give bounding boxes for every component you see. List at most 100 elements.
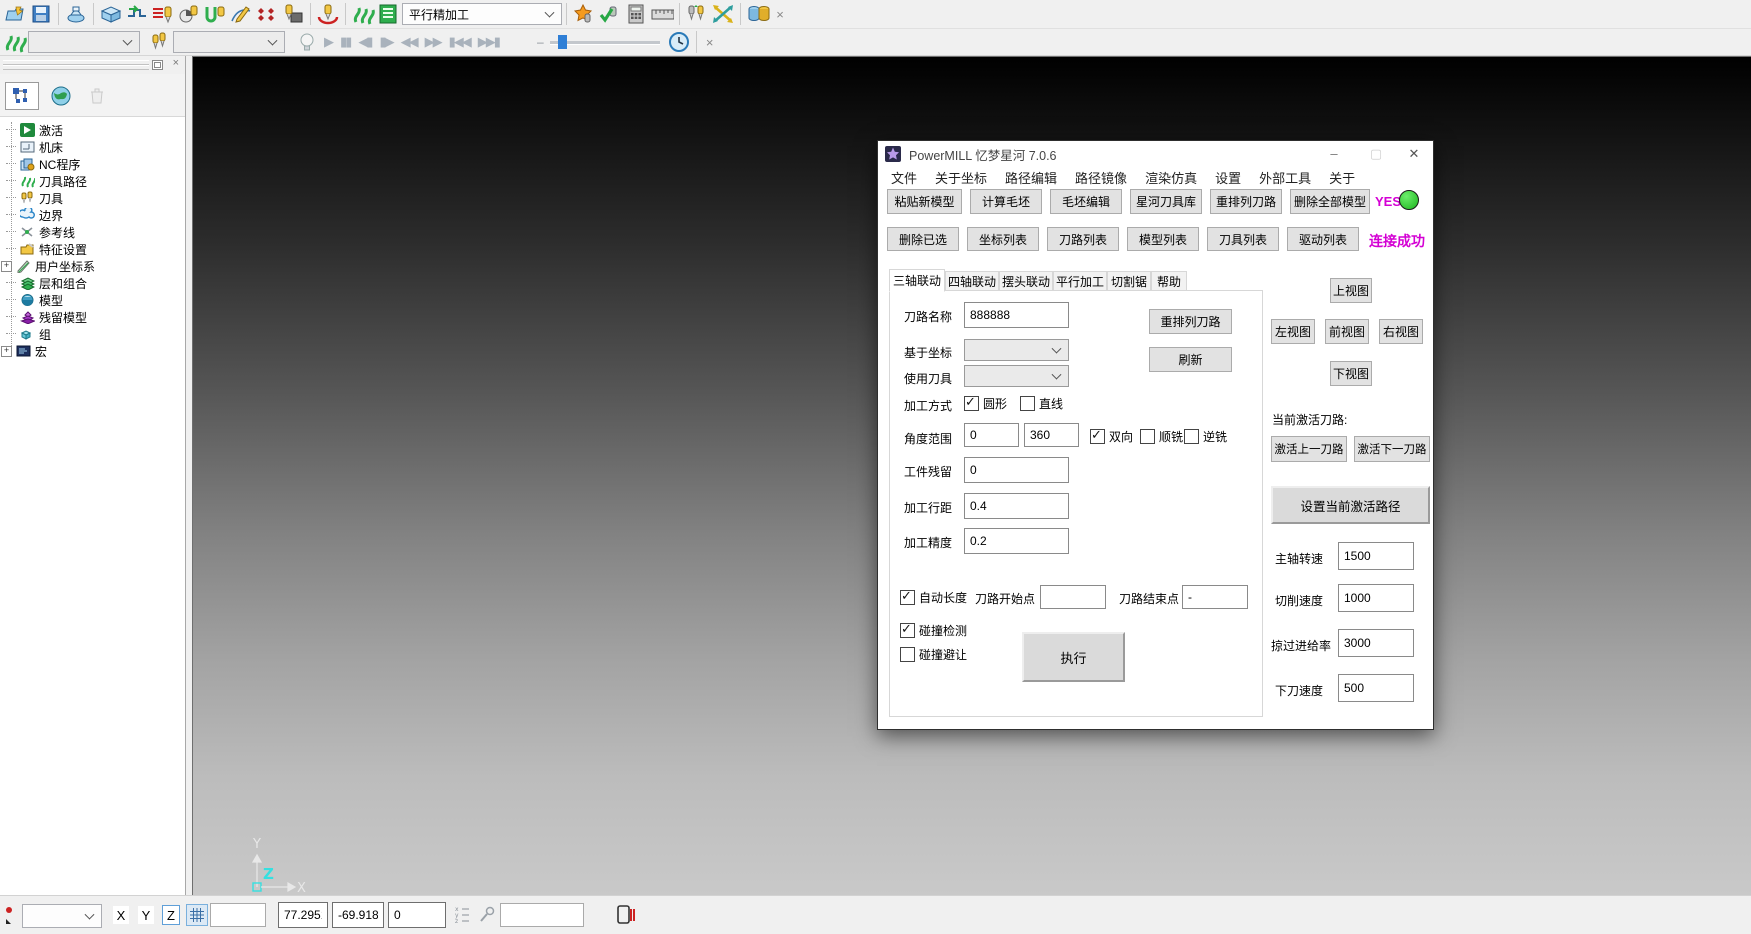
grid-toggle-button[interactable] [186, 904, 208, 926]
step-back-button[interactable]: ◀▮ [358, 34, 371, 50]
expand-icon[interactable]: + [1, 261, 12, 272]
level-dropdown[interactable] [22, 904, 102, 928]
tree-item-activate[interactable]: 激活 [6, 122, 63, 138]
tree-item-label[interactable]: 组 [39, 326, 51, 343]
go-start-button[interactable]: ▮◀◀ [449, 34, 470, 50]
maximize-button[interactable]: ▢ [1361, 141, 1391, 166]
sim-toolpath-dropdown[interactable] [28, 31, 140, 53]
activate-prev-toolpath-button[interactable]: 激活上一刀路 [1271, 436, 1347, 462]
view-top-button[interactable]: 上视图 [1330, 278, 1372, 303]
view-front-button[interactable]: 前视图 [1325, 319, 1369, 344]
measure-input[interactable] [500, 903, 584, 927]
speed-slider-handle[interactable] [558, 35, 567, 49]
tree-item-tools[interactable]: 刀具 [6, 190, 63, 206]
cursor-z-input[interactable] [388, 902, 446, 928]
step-forward-button[interactable]: ▮▶ [379, 34, 392, 50]
save-icon[interactable] [29, 2, 53, 26]
menu-coords[interactable]: 关于坐标 [926, 168, 996, 187]
toolpath-strategy-icon[interactable] [203, 2, 227, 26]
explorer-globe-tab[interactable] [44, 82, 78, 110]
tool-list-button[interactable]: 刀具列表 [1207, 227, 1279, 251]
toolbar-close-icon[interactable]: × [772, 2, 788, 26]
paste-new-model-button[interactable]: 粘贴新模型 [887, 189, 962, 214]
calculator-icon[interactable] [624, 2, 648, 26]
toolpath-list-button[interactable]: 刀路列表 [1047, 227, 1119, 251]
collision-avoid-checkbox[interactable]: 碰撞避让 [900, 646, 967, 663]
explorer-tree-tab[interactable] [5, 82, 39, 110]
stock-remain-input[interactable] [964, 457, 1069, 483]
activate-next-toolpath-button[interactable]: 激活下一刀路 [1354, 436, 1430, 462]
skim-feed-input[interactable] [1338, 629, 1414, 657]
sim-tool-dropdown[interactable] [173, 31, 285, 53]
tree-item-patterns[interactable]: 参考线 [6, 224, 75, 240]
stock-edit-button[interactable]: 毛坯编辑 [1050, 189, 1122, 214]
stepover-input[interactable] [964, 493, 1069, 519]
tree-item-label[interactable]: 激活 [39, 122, 63, 139]
probe-icon[interactable] [478, 905, 496, 925]
menu-settings[interactable]: 设置 [1206, 168, 1250, 187]
print-icon[interactable] [64, 2, 88, 26]
angle-to-input[interactable] [1024, 423, 1079, 447]
explorer-float-icon[interactable] [152, 60, 163, 70]
bulb-icon[interactable] [295, 30, 319, 54]
view-left-button[interactable]: 左视图 [1271, 319, 1315, 344]
tree-item-machine[interactable]: 机床 [6, 139, 63, 155]
tree-item-stock-models[interactable]: 残留模型 [6, 309, 87, 325]
feed-rate-icon[interactable] [125, 2, 149, 26]
tree-item-label[interactable]: 刀具路径 [39, 173, 87, 190]
tree-item-label[interactable]: NC程序 [39, 156, 80, 173]
tree-item-toolpaths[interactable]: 刀具路径 [6, 173, 87, 189]
menu-external-tools[interactable]: 外部工具 [1250, 168, 1320, 187]
tree-item-label[interactable]: 用户坐标系 [35, 258, 95, 275]
tree-item-boundaries[interactable]: 边界 [6, 207, 63, 223]
based-coord-dropdown[interactable] [964, 339, 1069, 361]
conventional-mill-checkbox[interactable]: 逆铣 [1184, 428, 1227, 445]
auto-length-checkbox[interactable]: 自动长度 [900, 589, 967, 606]
tool-database-icon[interactable] [746, 2, 770, 26]
tool-check-icon[interactable] [598, 2, 622, 26]
curve-edit-icon[interactable] [229, 2, 253, 26]
delete-selected-button[interactable]: 删除已选 [887, 227, 959, 251]
clock-icon[interactable] [667, 30, 691, 54]
drive-list-button[interactable]: 驱动列表 [1287, 227, 1359, 251]
tree-item-label[interactable]: 宏 [35, 343, 47, 360]
rewind-button[interactable]: ◀◀ [401, 34, 417, 50]
circle-checkbox[interactable]: 圆形 [964, 395, 1007, 412]
minimize-button[interactable]: – [1319, 141, 1349, 166]
tree-item-feature-sets[interactable]: 特征设置 [6, 241, 87, 257]
tab-4axis[interactable]: 四轴联动 [945, 271, 999, 291]
angle-from-input[interactable] [964, 423, 1019, 447]
draw-marker-icon[interactable] [4, 906, 20, 924]
menu-render-sim[interactable]: 渲染仿真 [1136, 168, 1206, 187]
tab-3axis[interactable]: 三轴联动 [889, 269, 945, 292]
tree-item-label[interactable]: 参考线 [39, 224, 75, 241]
expand-icon[interactable]: + [1, 346, 12, 357]
set-active-path-button[interactable]: 设置当前激活路径 [1271, 486, 1430, 524]
tree-item-label[interactable]: 边界 [39, 207, 63, 224]
tool-pair-icon[interactable] [685, 2, 709, 26]
explorer-recycle-bin-tab[interactable] [80, 82, 114, 110]
tree-item-workplanes[interactable]: + 用户坐标系 [1, 258, 95, 274]
model-list-button[interactable]: 模型列表 [1127, 227, 1199, 251]
open-project-icon[interactable] [3, 2, 27, 26]
tab-saw[interactable]: 切割锯 [1107, 271, 1151, 291]
tool-library-button[interactable]: 星河刀具库 [1130, 189, 1202, 214]
tab-swivel-head[interactable]: 摆头联动 [999, 271, 1053, 291]
grid-size-input[interactable] [210, 903, 266, 927]
tree-item-label[interactable]: 模型 [39, 292, 63, 309]
strategy-list-icon[interactable] [377, 2, 401, 26]
view-right-button[interactable]: 右视图 [1379, 319, 1423, 344]
powermill-toolpath-icon[interactable] [351, 2, 375, 26]
tolerance-input[interactable] [964, 528, 1069, 554]
pattern-points-icon[interactable] [255, 2, 279, 26]
execute-button[interactable]: 执行 [1022, 632, 1125, 682]
tool-holder-icon[interactable] [281, 2, 305, 26]
delete-all-models-button[interactable]: 删除全部模型 [1290, 189, 1370, 214]
speed-slider[interactable] [550, 33, 660, 51]
block-icon[interactable] [99, 2, 123, 26]
tree-item-label[interactable]: 刀具 [39, 190, 63, 207]
collision-check-checkbox[interactable]: 碰撞检测 [900, 622, 967, 639]
close-button[interactable]: ✕ [1399, 141, 1429, 166]
menu-path-mirror[interactable]: 路径镜像 [1066, 168, 1136, 187]
tree-item-groups[interactable]: 组 [6, 326, 51, 342]
